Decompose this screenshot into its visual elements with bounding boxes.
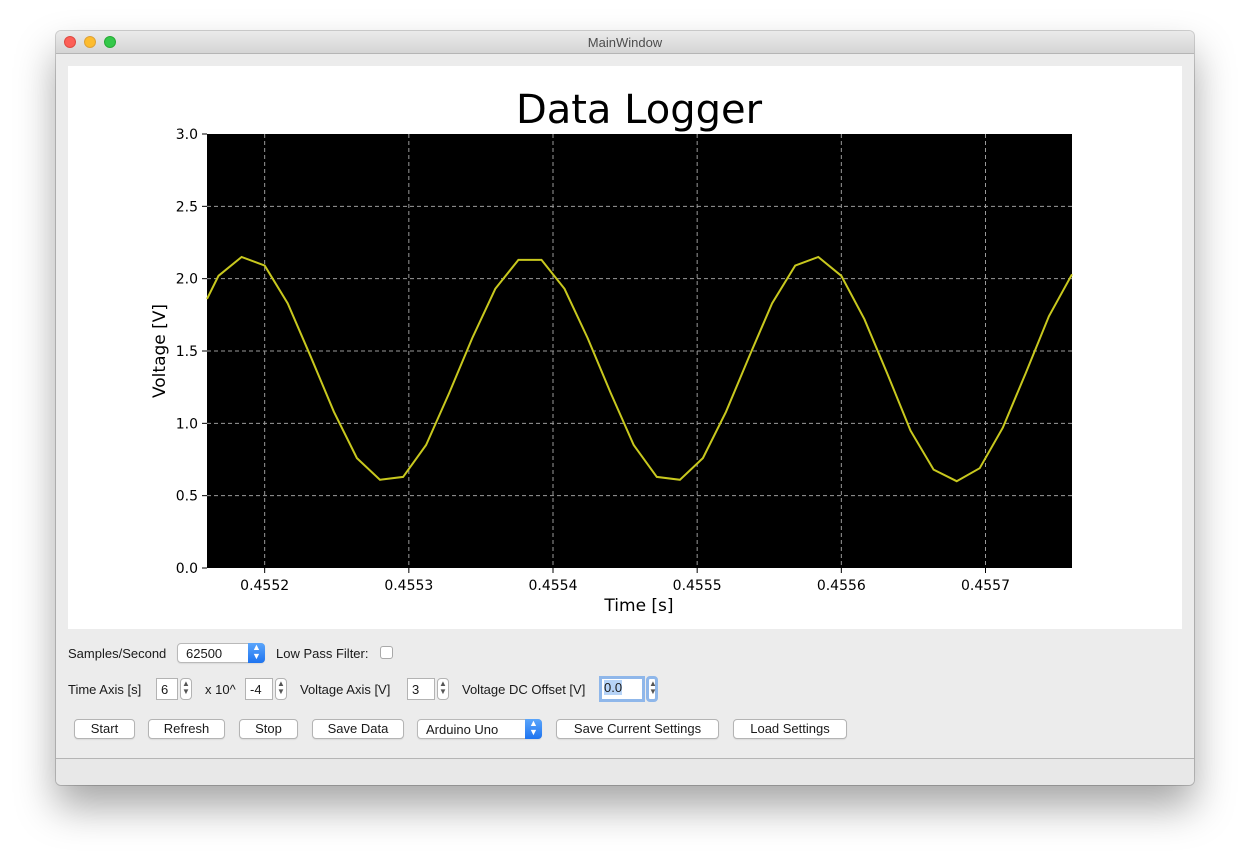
low-pass-filter-checkbox[interactable] [380, 646, 393, 659]
dc-offset-value: 0.0 [604, 680, 623, 695]
controls-panel: Samples/Second 62500 ▲ ▼ Low Pass Filter:… [56, 631, 1194, 761]
status-bar [56, 758, 1194, 785]
x-tick-label: 0.4552 [240, 578, 289, 594]
y-tick-label: 1.5 [176, 344, 198, 360]
x-tick-label: 0.4553 [384, 578, 433, 594]
voltage-axis-value: 3 [412, 682, 420, 697]
y-tick-label: 3.0 [176, 127, 198, 143]
y-tick-label: 2.0 [176, 272, 198, 288]
plot-area: Data Logger 0.4552 0.4553 0.4554 0.4555 0.45… [68, 66, 1182, 629]
time-axis-stepper-icon[interactable]: ▲ ▼ [180, 678, 192, 700]
samples-per-second-value: 62500 [186, 646, 223, 661]
exponent-value: -4 [250, 682, 262, 697]
low-pass-filter-label: Low Pass Filter: [276, 646, 369, 661]
x-tick-label: 0.4557 [961, 578, 1010, 594]
dc-offset-label: Voltage DC Offset [V] [462, 682, 586, 697]
chart-title: Data Logger [516, 87, 763, 133]
voltage-axis-stepper-icon[interactable]: ▲ ▼ [437, 678, 449, 700]
x-tick-label: 0.4556 [817, 578, 866, 594]
stop-button[interactable]: Stop [239, 719, 298, 739]
board-select[interactable]: Arduino Uno ▲ ▼ [417, 719, 542, 739]
y-tick-label: 2.5 [176, 199, 198, 215]
y-tick-label: 0.5 [176, 489, 198, 505]
main-window: MainWindow Data Logger 0.4552 0.4553 0.455… [56, 31, 1194, 785]
time-axis-label: Time Axis [s] [68, 682, 142, 697]
start-button[interactable]: Start [74, 719, 135, 739]
save-current-settings-button[interactable]: Save Current Settings [556, 719, 719, 739]
y-axis-label: Voltage [V] [150, 304, 170, 398]
x-axis-ticks: 0.4552 0.4553 0.4554 0.4555 0.4556 0.4557 [240, 568, 1010, 594]
exponent-label: x 10^ [205, 682, 236, 697]
x-tick-label: 0.4554 [529, 578, 578, 594]
time-axis-value: 6 [161, 682, 169, 697]
voltage-axis-label: Voltage Axis [V] [300, 682, 391, 697]
y-tick-label: 1.0 [176, 416, 198, 432]
dc-offset-stepper-icon[interactable]: ▲ ▼ [646, 676, 658, 702]
save-data-button[interactable]: Save Data [312, 719, 404, 739]
samples-per-second-label: Samples/Second [68, 646, 167, 661]
x-axis-label: Time [s] [603, 596, 673, 616]
select-arrows-icon: ▲ ▼ [525, 719, 542, 739]
select-arrows-icon: ▲ ▼ [248, 643, 265, 663]
window-title: MainWindow [587, 35, 663, 50]
board-select-value: Arduino Uno [426, 722, 499, 737]
x-tick-label: 0.4555 [673, 578, 722, 594]
voltage-chart: Data Logger 0.4552 0.4553 0.4554 0.4555 0.45… [150, 87, 1073, 616]
samples-per-second-select[interactable]: 62500 ▲ ▼ [177, 643, 265, 663]
load-settings-button[interactable]: Load Settings [733, 719, 847, 739]
refresh-button[interactable]: Refresh [148, 719, 225, 739]
y-tick-label: 0.0 [176, 561, 198, 577]
title-bar: MainWindow [56, 31, 1194, 54]
exponent-stepper-icon[interactable]: ▲ ▼ [275, 678, 287, 700]
y-axis-ticks: 0.0 0.5 1.0 1.5 2.0 2.5 3.0 [176, 127, 207, 577]
